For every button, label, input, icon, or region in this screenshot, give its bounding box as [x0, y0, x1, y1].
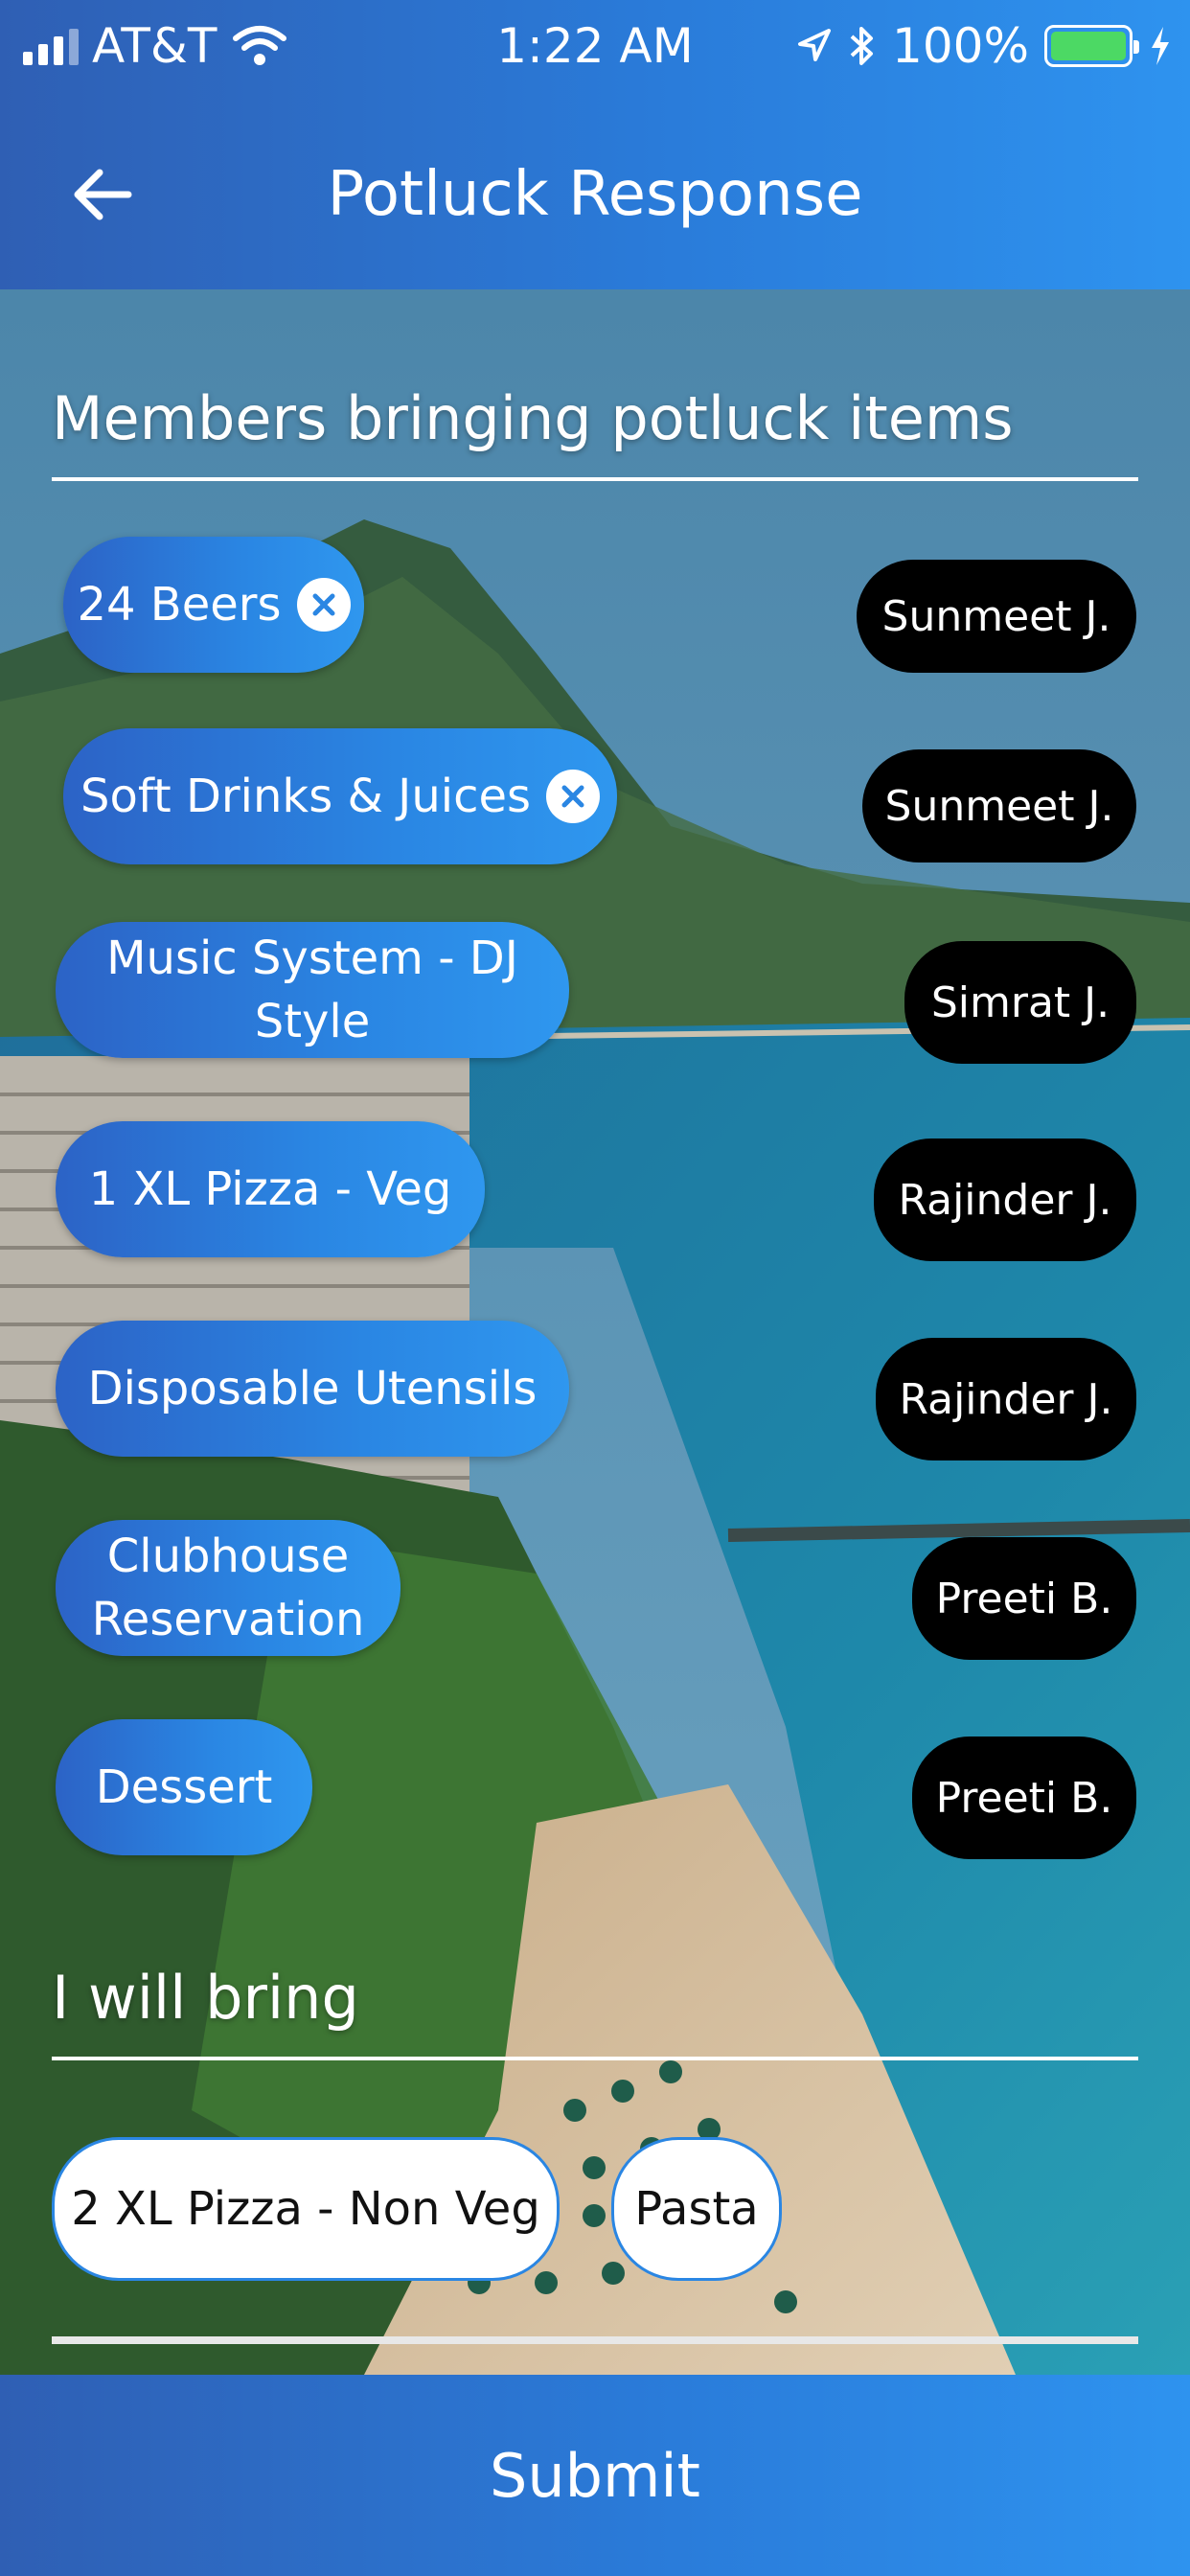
potluck-item-chip[interactable]: 24 Beers: [63, 537, 364, 673]
member-badge: Sunmeet J.: [857, 560, 1136, 673]
potluck-item-chip[interactable]: Soft Drinks & Juices: [63, 728, 617, 864]
potluck-item-label: Dessert: [95, 1760, 273, 1814]
potluck-item-label: Clubhouse Reservation: [91, 1530, 365, 1646]
status-bar: AT&T 1:22 AM 100%: [0, 0, 1190, 92]
bring-item-chip[interactable]: Pasta: [611, 2137, 782, 2281]
potluck-item-label: Music System - DJ Style: [106, 932, 518, 1048]
remove-icon[interactable]: [546, 770, 600, 823]
bluetooth-icon: [850, 27, 874, 65]
potluck-item-chip[interactable]: Music System - DJ Style: [56, 922, 569, 1058]
bring-section-divider: [52, 2057, 1138, 2060]
potluck-item-label: 24 Beers: [77, 578, 282, 632]
bring-section-title: I will bring: [52, 1963, 359, 2033]
content: Members bringing potluck items 24 Beers …: [0, 289, 1190, 2375]
status-right: 100%: [794, 15, 1173, 77]
potluck-item-chip[interactable]: Dessert: [56, 1719, 312, 1855]
potluck-item-chip[interactable]: Disposable Utensils: [56, 1321, 569, 1457]
potluck-item-chip[interactable]: 1 XL Pizza - Veg: [56, 1121, 485, 1257]
submit-button[interactable]: Submit: [0, 2375, 1190, 2576]
member-badge: Preeti B.: [912, 1537, 1136, 1660]
member-badge: Preeti B.: [912, 1736, 1136, 1859]
bring-item-chip[interactable]: 2 XL Pizza - Non Veg: [52, 2137, 560, 2281]
charging-bolt-icon: [1152, 27, 1169, 65]
members-section-divider: [52, 477, 1138, 481]
member-badge: Rajinder J.: [876, 1338, 1136, 1460]
potluck-item-label: 1 XL Pizza - Veg: [88, 1162, 452, 1216]
wifi-icon: [233, 26, 287, 65]
remove-icon[interactable]: [296, 578, 351, 632]
battery-percent: 100%: [892, 18, 1029, 74]
potluck-item-label: Disposable Utensils: [87, 1362, 538, 1415]
page-title: Potluck Response: [327, 159, 863, 230]
member-badge: Rajinder J.: [874, 1138, 1136, 1261]
app-header: AT&T 1:22 AM 100% Potluck Response: [0, 0, 1190, 289]
members-section-title: Members bringing potluck items: [52, 383, 1014, 453]
signal-strength-icon: [23, 27, 79, 65]
member-badge: Sunmeet J.: [862, 749, 1136, 862]
potluck-item-chip[interactable]: Clubhouse Reservation: [56, 1520, 400, 1656]
status-left: AT&T: [23, 15, 287, 77]
bring-input-underline[interactable]: [52, 2336, 1138, 2344]
location-arrow-icon: [798, 29, 832, 61]
potluck-item-label: Soft Drinks & Juices: [80, 770, 531, 823]
carrier-label: AT&T: [92, 18, 217, 74]
battery-icon: [1044, 25, 1139, 67]
member-badge: Simrat J.: [904, 941, 1136, 1064]
